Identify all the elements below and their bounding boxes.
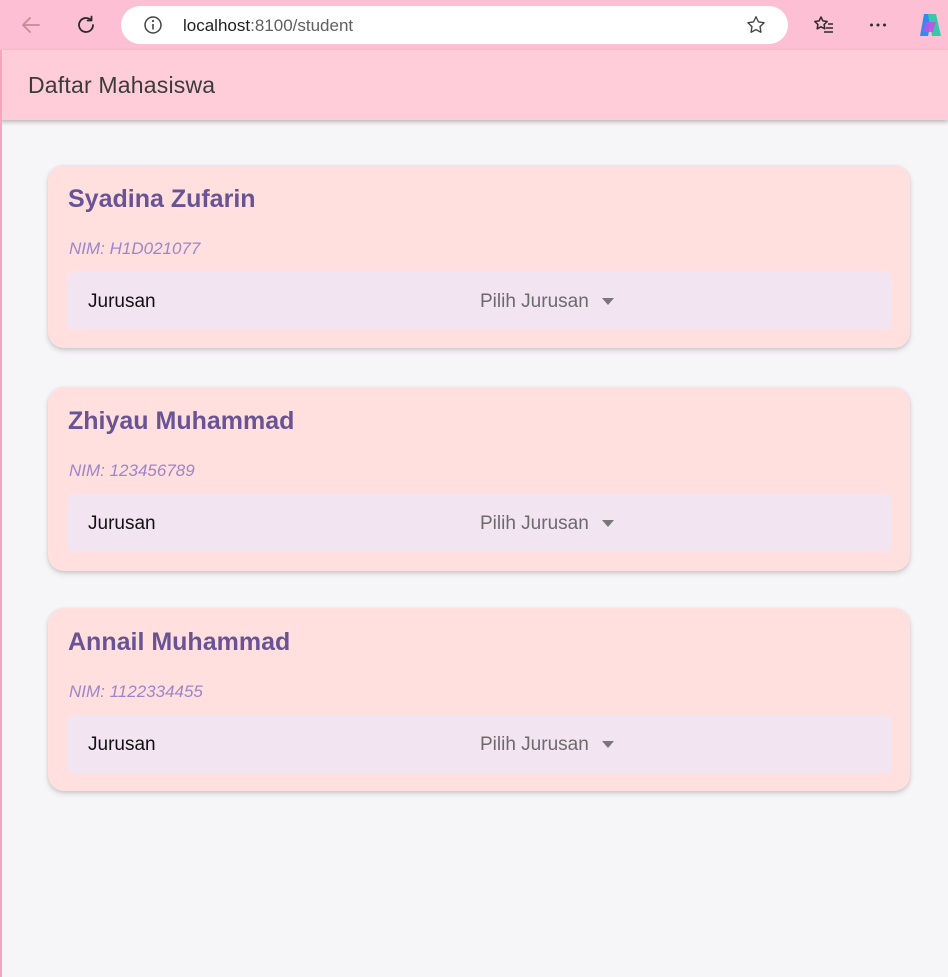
reload-button[interactable] [70, 9, 102, 41]
jurusan-placeholder[interactable]: Pilih Jurusan [480, 291, 589, 313]
student-nim: NIM: 1122334455 [69, 682, 203, 701]
jurusan-placeholder[interactable]: Pilih Jurusan [480, 513, 589, 535]
jurusan-label: Jurusan [88, 513, 156, 534]
student-name: Syadina Zufarin [68, 185, 256, 213]
more-button[interactable] [862, 9, 894, 41]
dropdown-caret-icon[interactable] [602, 520, 614, 527]
reload-icon [78, 15, 94, 33]
url-host: localhost [183, 16, 251, 35]
student-card: Syadina Zufarin NIM: H1D021077 Jurusan P… [48, 165, 910, 348]
copilot-button[interactable] [914, 9, 946, 41]
student-list: Syadina Zufarin NIM: H1D021077 Jurusan P… [0, 120, 948, 977]
url-text[interactable]: localhost:8100/student [183, 16, 353, 36]
back-arrow-icon [22, 17, 40, 33]
student-name: Annail Muhammad [68, 628, 291, 656]
jurusan-label: Jurusan [88, 291, 156, 312]
star-icon[interactable] [745, 14, 767, 36]
url-path: :8100/student [250, 16, 354, 35]
more-icon [870, 23, 886, 27]
address-bar[interactable]: localhost:8100/student [121, 6, 788, 44]
jurusan-label: Jurusan [88, 734, 156, 755]
app-toolbar: Daftar Mahasiswa [0, 50, 948, 120]
dropdown-caret-icon[interactable] [602, 298, 614, 305]
jurusan-select[interactable]: Jurusan Pilih Jurusan [68, 715, 892, 773]
favorites-button[interactable] [808, 9, 840, 41]
favorites-icon [814, 16, 833, 33]
back-button[interactable] [15, 9, 47, 41]
student-card: Zhiyau Muhammad NIM: 123456789 Jurusan P… [48, 387, 910, 571]
student-nim: NIM: H1D021077 [69, 239, 201, 258]
student-name: Zhiyau Muhammad [68, 407, 295, 435]
jurusan-placeholder[interactable]: Pilih Jurusan [480, 734, 589, 756]
student-nim: NIM: 123456789 [69, 461, 195, 480]
copilot-icon [920, 14, 941, 36]
jurusan-select[interactable]: Jurusan Pilih Jurusan [68, 494, 892, 552]
info-icon[interactable] [143, 15, 163, 35]
page-title: Daftar Mahasiswa [28, 72, 216, 98]
browser-toolbar: localhost:8100/student [0, 0, 948, 50]
jurusan-select[interactable]: Jurusan Pilih Jurusan [68, 272, 892, 330]
student-card: Annail Muhammad NIM: 1122334455 Jurusan … [48, 608, 910, 791]
dropdown-caret-icon[interactable] [602, 741, 614, 748]
